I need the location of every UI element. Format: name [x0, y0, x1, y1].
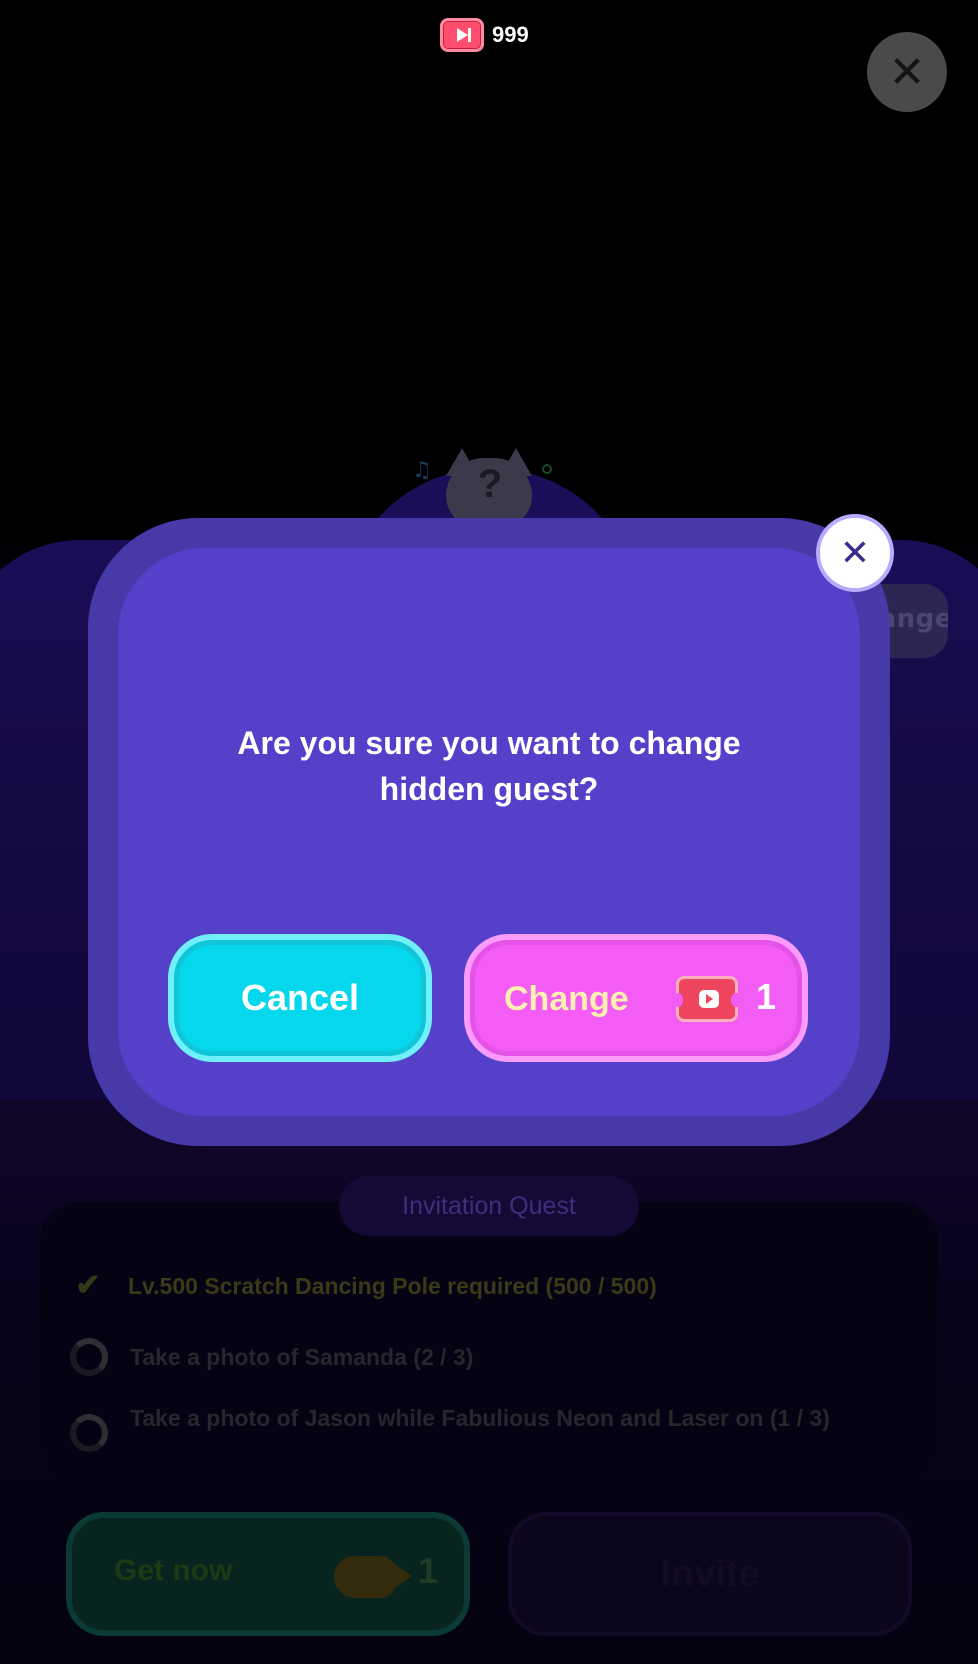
- fish-icon: [334, 1556, 412, 1598]
- quest-item: ✔ Lv.500 Scratch Dancing Pole required (…: [70, 1268, 657, 1304]
- quest-title: Invitation Quest: [339, 1176, 639, 1236]
- sparkle-icon: [542, 464, 552, 474]
- progress-ring-icon: [70, 1338, 108, 1376]
- close-icon[interactable]: ✕: [816, 514, 894, 592]
- invite-button[interactable]: Invite: [508, 1512, 912, 1636]
- quest-label: Take a photo of Jason while Fabulious Ne…: [130, 1405, 830, 1431]
- invite-label: Invite: [660, 1552, 760, 1595]
- change-cost: 1: [756, 976, 777, 1017]
- quest-item: Take a photo of Jason while Fabulious Ne…: [70, 1404, 870, 1452]
- ticket-count: 999: [492, 22, 529, 47]
- hidden-guest-mark: ?: [477, 462, 503, 506]
- ticket-icon: [440, 18, 484, 52]
- close-icon[interactable]: ✕: [867, 32, 947, 112]
- quest-label: Take a photo of Samanda (2 / 3): [130, 1344, 474, 1370]
- quest-item: Take a photo of Samanda (2 / 3): [70, 1338, 870, 1376]
- change-button[interactable]: Change 1: [464, 934, 808, 1062]
- progress-ring-icon: [70, 1414, 108, 1452]
- get-now-button[interactable]: Get now 1: [66, 1512, 470, 1636]
- ticket-icon: [673, 976, 741, 1022]
- cancel-label: Cancel: [240, 977, 360, 1018]
- hidden-guest-cat-icon: ?: [440, 448, 540, 528]
- music-note-icon: ♫: [412, 458, 432, 483]
- get-now-cost: 1: [418, 1550, 439, 1591]
- get-now-label: Get now: [114, 1554, 233, 1587]
- change-label: Change: [504, 980, 629, 1018]
- ticket-counter: 999: [440, 18, 529, 52]
- dialog-message: Are you sure you want to change hidden g…: [237, 725, 741, 807]
- quest-label: Lv.500 Scratch Dancing Pole required (50…: [128, 1273, 657, 1299]
- check-icon: ✔: [75, 1269, 101, 1302]
- cancel-button[interactable]: Cancel: [168, 934, 432, 1062]
